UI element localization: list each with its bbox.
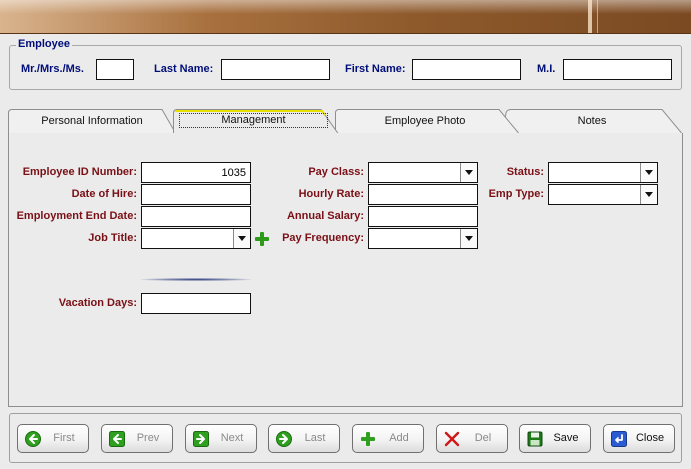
tab-employee-photo[interactable]: Employee Photo: [335, 109, 519, 133]
close-return-icon: [611, 431, 627, 447]
tab-notes[interactable]: Notes: [502, 109, 682, 133]
previous-record-icon: [109, 431, 125, 447]
first-record-icon: [25, 431, 41, 447]
add-button[interactable]: Add: [352, 424, 424, 453]
emp-type-label: Emp Type:: [488, 188, 544, 200]
tab-employee-photo-label: Employee Photo: [384, 115, 466, 127]
next-record-icon: [193, 431, 209, 447]
chevron-down-icon[interactable]: [460, 229, 477, 248]
middle-initial-field[interactable]: [563, 59, 672, 80]
tab-personal-information[interactable]: Personal Information: [8, 109, 176, 133]
last-name-field[interactable]: [221, 59, 330, 80]
employee-id-field[interactable]: [141, 162, 251, 183]
close-button[interactable]: Close: [603, 424, 675, 453]
first-name-field[interactable]: [412, 59, 521, 80]
status-dropdown[interactable]: [548, 162, 658, 183]
last-button[interactable]: Last: [268, 424, 340, 453]
hourly-rate-label: Hourly Rate:: [298, 188, 364, 200]
add-plus-icon: [361, 432, 375, 446]
pay-frequency-label: Pay Frequency:: [282, 232, 364, 244]
vacation-days-field[interactable]: [141, 293, 251, 314]
add-button-label: Add: [389, 432, 409, 444]
salutation-label: Mr./Mrs./Ms.: [21, 63, 84, 75]
chevron-down-icon[interactable]: [460, 163, 477, 182]
date-of-hire-label: Date of Hire:: [71, 188, 137, 200]
emp-type-dropdown[interactable]: [548, 184, 658, 205]
last-name-label: Last Name:: [154, 63, 214, 75]
save-button-label: Save: [553, 432, 579, 444]
date-of-hire-field[interactable]: [141, 184, 251, 205]
tab-management[interactable]: Management: [173, 109, 339, 134]
close-button-label: Close: [635, 432, 665, 444]
delete-x-icon: [444, 431, 460, 447]
status-label: Status:: [506, 166, 544, 178]
annual-salary-field[interactable]: [368, 206, 478, 227]
next-button-label: Next: [220, 432, 244, 444]
salutation-field[interactable]: [96, 59, 134, 80]
pay-frequency-dropdown[interactable]: [368, 228, 478, 249]
hourly-rate-field[interactable]: [368, 184, 478, 205]
tab-management-label: Management: [179, 113, 328, 128]
tab-notes-label: Notes: [577, 115, 607, 127]
window-title-bar: [0, 0, 691, 34]
last-button-label: Last: [304, 432, 326, 444]
chevron-down-icon[interactable]: [233, 229, 250, 248]
employment-end-date-field[interactable]: [141, 206, 251, 227]
prev-button[interactable]: Prev: [101, 424, 173, 453]
first-button[interactable]: First: [17, 424, 89, 453]
save-disk-icon: [527, 431, 543, 447]
delete-button[interactable]: Del: [436, 424, 508, 453]
first-button-label: First: [53, 432, 75, 444]
vacation-days-label: Vacation Days:: [58, 297, 137, 309]
first-name-label: First Name:: [345, 63, 406, 75]
prev-button-label: Prev: [136, 432, 160, 444]
employee-group-title: Employee: [16, 38, 72, 50]
employment-end-date-label: Employment End Date:: [16, 210, 137, 222]
next-button[interactable]: Next: [185, 424, 257, 453]
save-button[interactable]: Save: [519, 424, 591, 453]
job-title-dropdown[interactable]: [141, 228, 251, 249]
last-record-icon: [276, 431, 292, 447]
tab-personal-information-label: Personal Information: [41, 115, 143, 127]
annual-salary-label: Annual Salary:: [286, 210, 364, 222]
pay-class-label: Pay Class:: [308, 166, 364, 178]
divider: [141, 278, 251, 281]
chevron-down-icon[interactable]: [640, 163, 657, 182]
delete-button-label: Del: [474, 432, 492, 444]
job-title-label: Job Title:: [88, 232, 137, 244]
middle-initial-label: M.I.: [537, 63, 556, 75]
pay-class-dropdown[interactable]: [368, 162, 478, 183]
employee-id-label: Employee ID Number:: [22, 166, 137, 178]
chevron-down-icon[interactable]: [640, 185, 657, 204]
